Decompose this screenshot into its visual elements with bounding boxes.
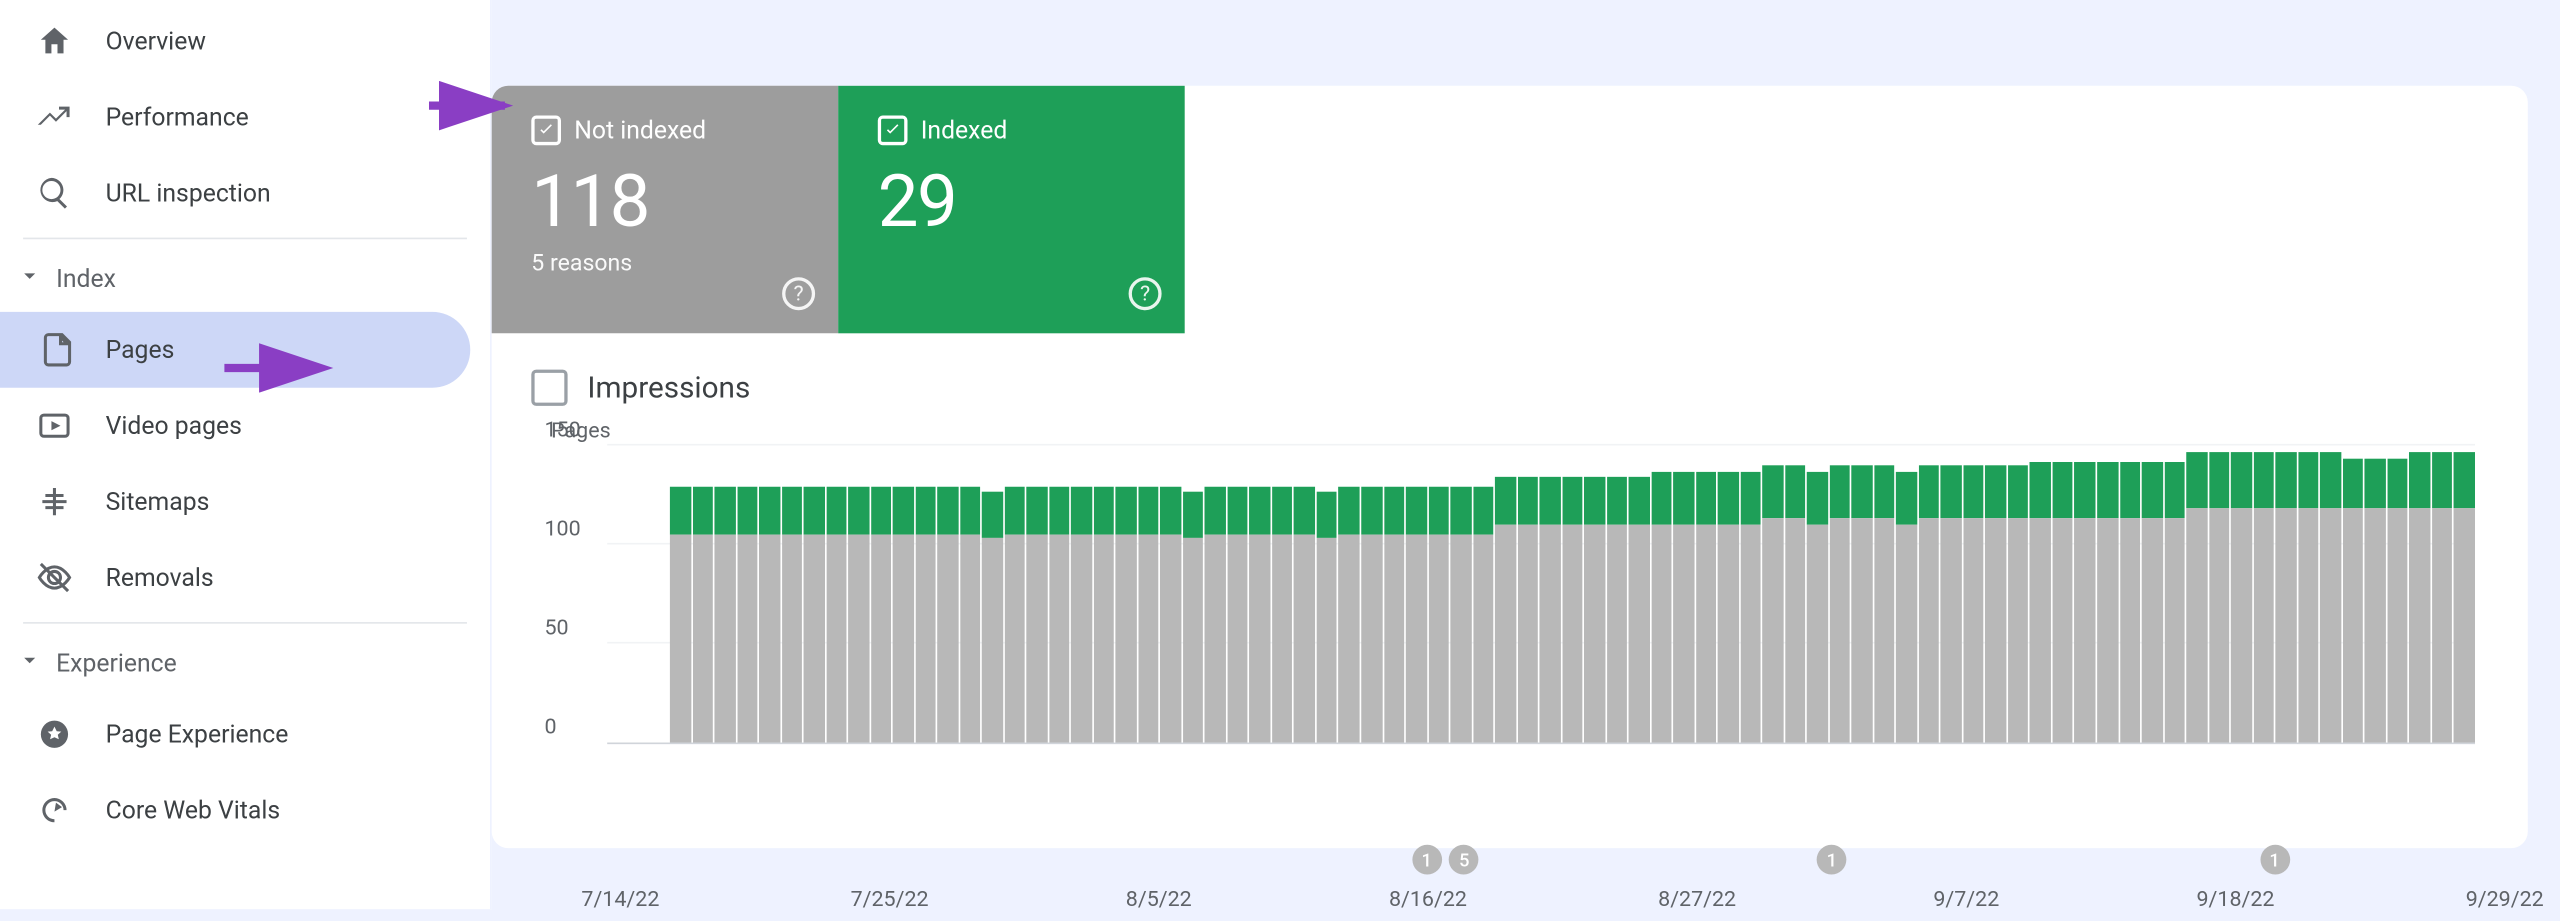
chart-events: 1511 bbox=[620, 845, 2504, 878]
tile-label: Indexed bbox=[921, 116, 1008, 146]
divider bbox=[23, 622, 467, 624]
page-indexing-card: Not indexed 118 5 reasons ? Indexed 29 ? bbox=[492, 86, 2528, 848]
section-experience[interactable]: Experience bbox=[0, 630, 490, 696]
sidebar-item-removals[interactable]: Removals bbox=[0, 540, 470, 616]
main-content: Not indexed 118 5 reasons ? Indexed 29 ? bbox=[492, 0, 2560, 909]
ytick: 50 bbox=[545, 616, 569, 641]
divider bbox=[23, 238, 467, 240]
eye-off-icon bbox=[36, 559, 72, 595]
sidebar-item-label: Removals bbox=[106, 563, 214, 593]
checkbox-checked-icon bbox=[531, 116, 561, 146]
sidebar-item-label: Page Experience bbox=[106, 719, 289, 749]
sidebar-item-label: Video pages bbox=[106, 411, 242, 441]
sidebar-item-label: URL inspection bbox=[106, 178, 271, 208]
sidebar-item-video-pages[interactable]: Video pages bbox=[0, 388, 470, 464]
search-icon bbox=[36, 175, 72, 211]
sidebar-item-label: Pages bbox=[106, 335, 175, 365]
tile-value: 29 bbox=[878, 158, 1155, 244]
ytick: 0 bbox=[545, 715, 557, 740]
chevron-down-icon bbox=[17, 647, 43, 680]
impressions-label: Impressions bbox=[587, 370, 750, 405]
checkbox-checked-icon bbox=[878, 116, 908, 146]
chart-xticks: 7/14/227/25/228/5/228/16/228/27/229/7/22… bbox=[620, 888, 2504, 921]
sidebar-item-label: Core Web Vitals bbox=[106, 795, 281, 825]
sidebar-item-pages[interactable]: Pages bbox=[0, 312, 470, 388]
sidebar-item-core-web-vitals[interactable]: Core Web Vitals bbox=[0, 772, 470, 848]
sidebar-item-label: Sitemaps bbox=[106, 487, 210, 517]
trend-icon bbox=[36, 99, 72, 135]
star-circle-icon bbox=[36, 716, 72, 752]
ytick: 150 bbox=[545, 418, 581, 443]
tile-indexed[interactable]: Indexed 29 ? bbox=[838, 86, 1184, 334]
home-icon bbox=[36, 23, 72, 59]
sidebar-item-sitemaps[interactable]: Sitemaps bbox=[0, 464, 470, 540]
sidebar-item-url-inspection[interactable]: URL inspection bbox=[0, 155, 470, 231]
video-icon bbox=[36, 408, 72, 444]
sidebar-item-label: Performance bbox=[106, 102, 249, 132]
tile-not-indexed[interactable]: Not indexed 118 5 reasons ? bbox=[492, 86, 839, 334]
tile-value: 118 bbox=[531, 158, 808, 244]
sidebar-item-performance[interactable]: Performance bbox=[0, 79, 470, 155]
section-index[interactable]: Index bbox=[0, 246, 490, 312]
chart: Pages 150 100 50 0 1511 7/14/227/25/228/… bbox=[492, 419, 2528, 831]
sitemap-icon bbox=[36, 483, 72, 519]
chart-bars bbox=[670, 447, 2475, 742]
help-icon[interactable]: ? bbox=[1129, 277, 1162, 310]
sidebar-item-page-experience[interactable]: Page Experience bbox=[0, 696, 470, 772]
speed-icon bbox=[36, 792, 72, 828]
impressions-toggle[interactable]: Impressions bbox=[492, 333, 2528, 419]
sidebar-item-label: Overview bbox=[106, 26, 206, 56]
chart-ylabel: Pages bbox=[551, 419, 2498, 444]
help-icon[interactable]: ? bbox=[782, 277, 815, 310]
chevron-down-icon bbox=[17, 262, 43, 295]
status-tiles: Not indexed 118 5 reasons ? Indexed 29 ? bbox=[492, 86, 2528, 334]
checkbox-unchecked-icon bbox=[531, 370, 567, 406]
tile-label: Not indexed bbox=[574, 116, 706, 146]
ytick: 100 bbox=[545, 517, 581, 542]
sidebar: Overview Performance URL inspection Inde… bbox=[0, 0, 492, 909]
section-title: Experience bbox=[56, 648, 177, 678]
section-title: Index bbox=[56, 264, 116, 294]
pages-icon bbox=[36, 332, 72, 368]
sidebar-item-overview[interactable]: Overview bbox=[0, 3, 470, 79]
tile-sub: 5 reasons bbox=[531, 251, 808, 277]
